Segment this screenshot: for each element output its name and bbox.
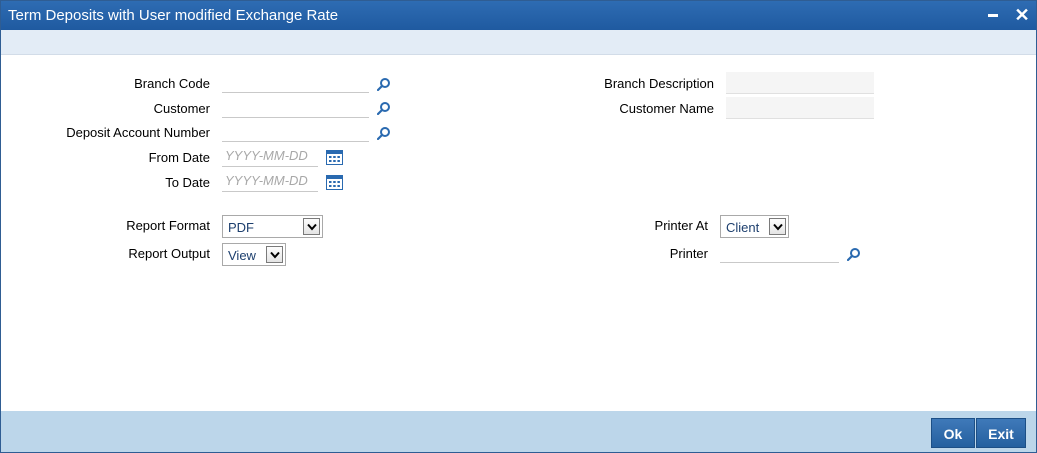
window-title: Term Deposits with User modified Exchang… (8, 7, 339, 24)
branch-description-label: Branch Description (604, 76, 714, 91)
customer-label: Customer (153, 101, 210, 116)
deposit-account-number-input[interactable] (222, 120, 369, 142)
branch-code-input[interactable] (222, 71, 369, 93)
deposit-account-number-label: Deposit Account Number (66, 125, 210, 140)
chevron-down-icon (303, 218, 320, 235)
printer-input[interactable] (720, 241, 839, 263)
from-date-calendar-icon[interactable] (326, 150, 343, 165)
footer-bar: Ok Exit (1, 411, 1036, 452)
report-output-value: View (228, 248, 256, 263)
chevron-down-icon (266, 246, 283, 263)
printer-label: Printer (669, 246, 708, 261)
report-format-label: Report Format (126, 218, 210, 233)
minimize-button[interactable] (983, 5, 1003, 25)
deposit-account-search-icon[interactable] (377, 126, 391, 140)
printer-at-select[interactable]: Client (720, 215, 789, 238)
report-output-select[interactable]: View (222, 243, 286, 266)
report-window: Term Deposits with User modified Exchang… (0, 0, 1037, 453)
report-format-select[interactable]: PDF (222, 215, 323, 238)
branch-code-search-icon[interactable] (377, 77, 391, 91)
report-format-value: PDF (228, 220, 254, 235)
ok-button[interactable]: Ok (931, 418, 975, 448)
to-date-calendar-icon[interactable] (326, 175, 343, 190)
branch-description-field (726, 72, 874, 94)
printer-at-value: Client (726, 220, 760, 235)
to-date-input[interactable] (222, 170, 318, 192)
printer-at-label: Printer At (654, 218, 708, 233)
minimize-icon (988, 14, 998, 17)
customer-search-icon[interactable] (377, 101, 391, 115)
report-output-label: Report Output (128, 246, 210, 261)
title-bar: Term Deposits with User modified Exchang… (1, 1, 1036, 30)
customer-input[interactable] (222, 96, 369, 118)
chevron-down-icon (769, 218, 786, 235)
branch-code-label: Branch Code (134, 76, 210, 91)
to-date-label: To Date (165, 175, 210, 190)
customer-name-label: Customer Name (619, 101, 714, 116)
exit-button[interactable]: Exit (976, 418, 1026, 448)
close-button[interactable]: ✕ (1012, 5, 1032, 25)
customer-name-field (726, 97, 874, 119)
from-date-input[interactable] (222, 145, 318, 167)
toolbar-strip (1, 30, 1036, 55)
from-date-label: From Date (148, 150, 210, 165)
printer-search-icon[interactable] (847, 247, 861, 261)
